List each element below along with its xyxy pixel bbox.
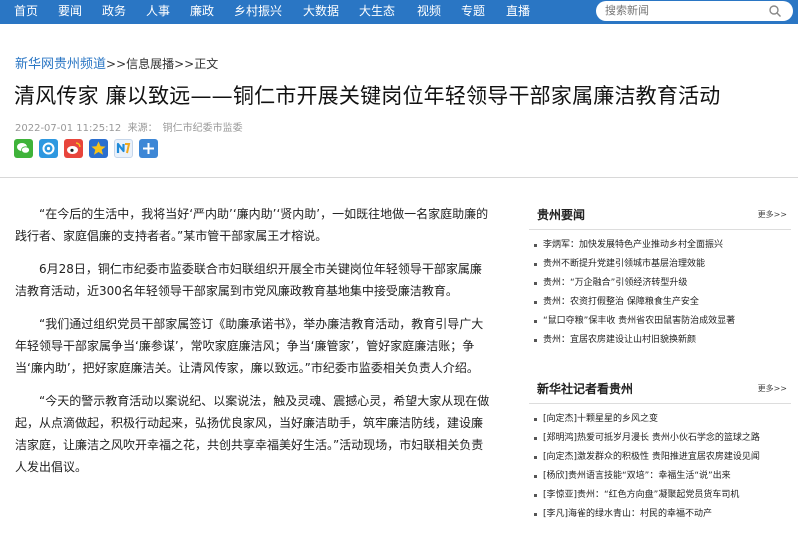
section-title: 贵州要闻 <box>537 208 586 222</box>
more-link[interactable]: 更多>> <box>758 383 787 394</box>
list-item[interactable]: 贵州：农资打假整治 保障粮食生产安全 <box>529 293 791 312</box>
breadcrumb: 新华网贵州频道>>信息展播>>正文 <box>15 53 218 72</box>
article-meta: 2022-07-01 11:25:12 来源： 铜仁市纪委市监委 <box>15 119 243 134</box>
list-item[interactable]: 贵州：“万企融合”引领经济转型升级 <box>529 274 791 293</box>
nav-item-big-data[interactable]: 大数据 <box>303 0 339 24</box>
article-paragraph: 6月28日，铜仁市纪委市监委联合市妇联组织开展全市关键岗位年轻领导干部家属廉洁教… <box>15 262 482 298</box>
article-paragraph: “我们通过组织党员干部家属签订《助廉承诺书》，举办廉洁教育活动，教育引导广大年轻… <box>15 317 484 375</box>
top-navigation-bar: 首页 要闻 政务 人事 廉政 乡村振兴 大数据 大生态 视频 专题 直播 <box>0 0 798 24</box>
nav-item-live[interactable]: 直播 <box>506 0 530 24</box>
nav-item-video[interactable]: 视频 <box>417 0 441 24</box>
reporter-news-list: [向定杰]十颗星星的乡风之变 [郑明鸿]热爱可抵岁月漫长 贵州小伙石学念的篮球之… <box>529 410 791 524</box>
toutiao-icon[interactable] <box>114 139 133 158</box>
sidebar-reporters: 新华社记者看贵州 更多>> [向定杰]十颗星星的乡风之变 [郑明鸿]热爱可抵岁月… <box>529 374 791 524</box>
list-item[interactable]: [李惊亚]贵州：“红色方向盘”凝聚起党员货车司机 <box>529 486 791 505</box>
list-item[interactable]: [郑明鸿]热爱可抵岁月漫长 贵州小伙石学念的篮球之路 <box>529 429 791 448</box>
wechat-icon[interactable] <box>14 139 33 158</box>
list-item[interactable]: [向定杰]十颗星星的乡风之变 <box>529 410 791 429</box>
article-title: 清风传家 廉以致远——铜仁市开展关键岗位年轻领导干部家属廉洁教育活动 <box>14 84 721 108</box>
search-input[interactable] <box>596 1 793 21</box>
article-body: “在今后的生活中，我将当好‘严内助’‘廉内助’‘贤内助’，一如既往地做一名家庭助… <box>15 203 493 489</box>
section-title: 新华社记者看贵州 <box>537 382 634 396</box>
section-header: 新华社记者看贵州 更多>> <box>529 374 791 404</box>
search-icon[interactable] <box>768 4 782 18</box>
section-header: 贵州要闻 更多>> <box>529 200 791 230</box>
list-item[interactable]: [杨欣]贵州语言技能“双培”：幸福生活“说”出来 <box>529 467 791 486</box>
list-item[interactable]: 李炳军：加快发展特色产业推动乡村全面振兴 <box>529 236 791 255</box>
nav-item-government[interactable]: 政务 <box>102 0 126 24</box>
nav-item-home[interactable]: 首页 <box>14 0 38 24</box>
news-list: 李炳军：加快发展特色产业推动乡村全面振兴 贵州不断提升党建引领城市基层治理效能 … <box>529 236 791 350</box>
sidebar-guizhou-news: 贵州要闻 更多>> 李炳军：加快发展特色产业推动乡村全面振兴 贵州不断提升党建引… <box>529 200 791 350</box>
weibo-icon[interactable] <box>64 139 83 158</box>
article-source: 来源： 铜仁市纪委市监委 <box>127 123 243 134</box>
article-paragraph: “今天的警示教育活动以案说纪、以案说法，触及灵魂、震撼心灵，希望大家从现在做起，… <box>15 394 490 474</box>
qzone-icon[interactable] <box>89 139 108 158</box>
nav-item-rural-revitalization[interactable]: 乡村振兴 <box>234 0 282 24</box>
more-link[interactable]: 更多>> <box>758 209 787 220</box>
breadcrumb-path: >>信息展播>>正文 <box>106 57 219 71</box>
list-item[interactable]: [李凡]海雀的绿水青山：村民的幸福不动产 <box>529 505 791 524</box>
nav-item-news[interactable]: 要闻 <box>58 0 82 24</box>
article-paragraph: “在今后的生活中，我将当好‘严内助’‘廉内助’‘贤内助’，一如既往地做一名家庭助… <box>15 207 489 243</box>
header-divider <box>0 177 798 178</box>
more-share-icon[interactable] <box>139 139 158 158</box>
list-item[interactable]: 贵州不断提升党建引领城市基层治理效能 <box>529 255 791 274</box>
publish-date: 2022-07-01 11:25:12 <box>15 123 122 134</box>
nav-item-topics[interactable]: 专题 <box>461 0 485 24</box>
list-item[interactable]: 贵州：宜居农房建设让山村旧貌换新颜 <box>529 331 791 350</box>
list-item[interactable]: [向定杰]激发群众的积极性 贵阳推进宜居农房建设见闻 <box>529 448 791 467</box>
nav-item-ecology[interactable]: 大生态 <box>359 0 395 24</box>
nav-item-integrity[interactable]: 廉政 <box>190 0 214 24</box>
moments-icon[interactable] <box>39 139 58 158</box>
list-item[interactable]: “鼠口夺粮”保丰收 贵州省农田鼠害防治成效显著 <box>529 312 791 331</box>
nav-item-personnel[interactable]: 人事 <box>146 0 170 24</box>
breadcrumb-home-link[interactable]: 新华网贵州频道 <box>15 57 106 72</box>
